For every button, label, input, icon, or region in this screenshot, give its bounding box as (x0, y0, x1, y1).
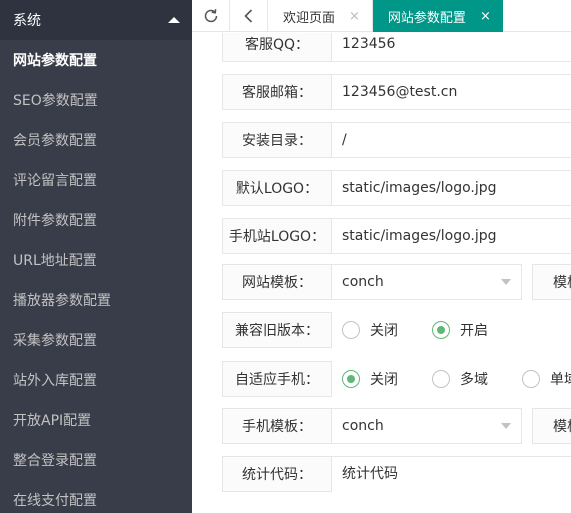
sidebar-item-site-config[interactable]: 网站参数配置 (0, 40, 192, 80)
adaptive-radio-off[interactable]: 关闭 (342, 369, 398, 389)
form-row-email: 客服邮箱： 123456@test.cn (222, 74, 571, 110)
select-value: conch (342, 418, 384, 434)
adaptive-radio-group: 关闭 多域 单域 (332, 361, 571, 397)
tab-welcome[interactable]: 欢迎页面 × (268, 0, 373, 32)
refresh-icon (204, 9, 217, 23)
sidebar-item-payment-config[interactable]: 在线支付配置 (0, 480, 192, 513)
radio-icon (342, 321, 360, 339)
compat-radio-off[interactable]: 关闭 (342, 320, 398, 340)
mobile-template-button[interactable]: 模板 (532, 408, 571, 444)
sidebar: 系统 网站参数配置 SEO参数配置 会员参数配置 评论留言配置 附件参数配置 U… (0, 0, 192, 513)
close-icon[interactable]: × (480, 9, 491, 24)
tab-label: 欢迎页面 (283, 10, 336, 26)
form-label: 统计代码： (222, 456, 332, 492)
logo-input[interactable]: static/images/logo.jpg (332, 170, 571, 206)
caret-up-icon (168, 17, 180, 23)
refresh-button[interactable] (192, 0, 230, 32)
form-row-adaptive: 自适应手机： 关闭 多域 单域 (222, 361, 571, 397)
form-row-mobile-template: 手机模板： conch 模板 (222, 408, 571, 444)
sidebar-item-import-config[interactable]: 站外入库配置 (0, 360, 192, 400)
tab-label: 网站参数配置 (387, 10, 466, 26)
form-label: 手机站LOGO： (222, 218, 332, 254)
sidebar-item-attachment-config[interactable]: 附件参数配置 (0, 200, 192, 240)
form-row-logo: 默认LOGO： static/images/logo.jpg (222, 170, 571, 206)
form-label: 自适应手机： (222, 361, 332, 397)
radio-icon (522, 370, 540, 388)
sidebar-item-login-config[interactable]: 整合登录配置 (0, 440, 192, 480)
chevron-down-icon (501, 423, 511, 429)
close-icon[interactable]: × (349, 9, 360, 24)
radio-icon (432, 370, 450, 388)
mobile-logo-input[interactable]: static/images/logo.jpg (332, 218, 571, 254)
sidebar-item-member-config[interactable]: 会员参数配置 (0, 120, 192, 160)
form-label: 客服邮箱： (222, 74, 332, 110)
chevron-left-icon (243, 9, 252, 23)
sidebar-item-collect-config[interactable]: 采集参数配置 (0, 320, 192, 360)
sidebar-item-seo-config[interactable]: SEO参数配置 (0, 80, 192, 120)
sidebar-group-system[interactable]: 系统 (0, 0, 192, 40)
form-label: 默认LOGO： (222, 170, 332, 206)
radio-checked-icon (432, 321, 450, 339)
radio-label: 单域 (550, 372, 571, 388)
form-row-template: 网站模板： conch 模板 (222, 264, 571, 300)
template-button[interactable]: 模板 (532, 264, 571, 300)
form-label: 手机模板： (222, 408, 332, 444)
form-label: 网站模板： (222, 264, 332, 300)
form-label: 安装目录： (222, 122, 332, 158)
compat-radio-on[interactable]: 开启 (432, 320, 488, 340)
radio-label: 关闭 (370, 372, 398, 388)
mobile-template-select[interactable]: conch (332, 408, 522, 444)
qq-input[interactable]: 123456 (332, 33, 571, 62)
tab-site-config[interactable]: 网站参数配置 × (372, 0, 503, 32)
compat-radio-group: 关闭 开启 (332, 312, 522, 348)
stats-code-textarea[interactable]: 统计代码 (332, 456, 571, 513)
form-row-qq: 客服QQ： 123456 (222, 33, 571, 62)
tab-scroll-left-button[interactable] (230, 0, 268, 32)
form-label: 客服QQ： (222, 33, 332, 62)
sidebar-item-url-config[interactable]: URL地址配置 (0, 240, 192, 280)
sidebar-item-api-config[interactable]: 开放API配置 (0, 400, 192, 440)
sidebar-item-comment-config[interactable]: 评论留言配置 (0, 160, 192, 200)
form-label: 兼容旧版本： (222, 312, 332, 348)
radio-label: 关闭 (370, 323, 398, 339)
radio-label: 多域 (460, 372, 488, 388)
select-value: conch (342, 274, 384, 290)
form-row-compat: 兼容旧版本： 关闭 开启 (222, 312, 571, 348)
install-dir-input[interactable]: / (332, 122, 571, 158)
form-row-install-dir: 安装目录： / (222, 122, 571, 158)
sidebar-menu: 网站参数配置 SEO参数配置 会员参数配置 评论留言配置 附件参数配置 URL地… (0, 40, 192, 513)
radio-checked-icon (342, 370, 360, 388)
form-row-mobile-logo: 手机站LOGO： static/images/logo.jpg (222, 218, 571, 254)
tab-bar: 欢迎页面 × 网站参数配置 × (192, 0, 571, 32)
site-config-form: 客服QQ： 123456 客服邮箱： 123456@test.cn 安装目录： … (192, 33, 571, 513)
sidebar-item-player-config[interactable]: 播放器参数配置 (0, 280, 192, 320)
adaptive-radio-multi-domain[interactable]: 多域 (432, 369, 488, 389)
template-select[interactable]: conch (332, 264, 522, 300)
radio-label: 开启 (460, 323, 488, 339)
chevron-down-icon (501, 279, 511, 285)
adaptive-radio-single-domain[interactable]: 单域 (522, 369, 571, 389)
sidebar-group-label: 系统 (13, 13, 41, 29)
email-input[interactable]: 123456@test.cn (332, 74, 571, 110)
form-row-stats: 统计代码： 统计代码 (222, 456, 571, 513)
